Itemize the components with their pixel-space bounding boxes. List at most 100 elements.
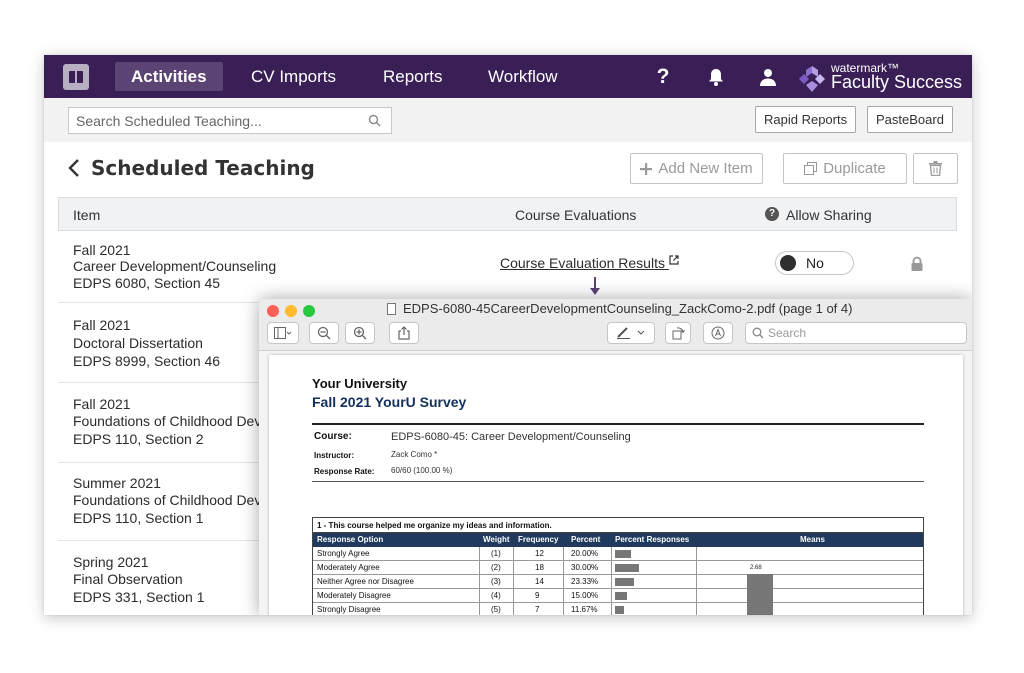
user-icon[interactable] bbox=[756, 65, 780, 89]
cell-separator bbox=[479, 589, 480, 602]
meta-response-rate-value: 60/60 (100.00 %) bbox=[391, 466, 453, 475]
cell-separator bbox=[696, 575, 697, 588]
col-means: Means bbox=[800, 535, 825, 544]
watermark-logo-icon bbox=[799, 66, 825, 92]
col-frequency: Frequency bbox=[518, 535, 559, 544]
arrow-down-icon bbox=[590, 277, 600, 295]
app-window: Activities CV Imports Reports Workflow ?… bbox=[44, 55, 972, 615]
sidebar-toggle-button[interactable] bbox=[267, 322, 299, 344]
chevron-left-icon[interactable] bbox=[67, 158, 81, 178]
table-row: Strongly Agree (1) 12 20.00% bbox=[313, 547, 923, 561]
bell-icon[interactable] bbox=[704, 65, 728, 89]
cell-separator bbox=[611, 561, 612, 574]
markup-icon bbox=[617, 327, 645, 339]
annotate-icon bbox=[711, 326, 725, 340]
rotate-icon bbox=[672, 327, 685, 340]
cell-frequency: 7 bbox=[535, 605, 540, 614]
help-icon[interactable]: ? bbox=[651, 65, 675, 89]
zoom-window-icon[interactable] bbox=[303, 305, 315, 317]
meta-course-value: EDPS-6080-45: Career Development/Counsel… bbox=[391, 431, 631, 443]
tab-cv-imports[interactable]: CV Imports bbox=[235, 62, 352, 91]
tab-workflow[interactable]: Workflow bbox=[472, 62, 574, 91]
row-title: Career Development/Counseling bbox=[73, 258, 277, 274]
cell-percent: 15.00% bbox=[571, 591, 599, 600]
mean-label: 2.68 bbox=[750, 565, 762, 571]
cell-separator bbox=[696, 589, 697, 602]
percent-response-bar bbox=[615, 578, 634, 586]
cell-separator bbox=[563, 575, 564, 588]
cell-weight: (1) bbox=[491, 549, 501, 558]
document-icon bbox=[387, 303, 396, 315]
cell-percent: 11.67% bbox=[571, 605, 598, 614]
question-text: 1 - This course helped me organize my id… bbox=[313, 518, 923, 533]
table-header: Item Course Evaluations ? Allow Sharing bbox=[58, 197, 957, 231]
row-term: Fall 2021 bbox=[73, 317, 131, 333]
cell-response-option: Strongly Disagree bbox=[317, 605, 381, 614]
cell-separator bbox=[611, 589, 612, 602]
rotate-button[interactable] bbox=[665, 322, 691, 344]
divider bbox=[312, 481, 924, 482]
pasteboard-button[interactable]: PasteBoard bbox=[867, 106, 953, 133]
search-placeholder: Search Scheduled Teaching... bbox=[76, 113, 262, 129]
cell-separator bbox=[563, 589, 564, 602]
search-input[interactable]: Search Scheduled Teaching... bbox=[68, 107, 392, 134]
lock-icon bbox=[911, 256, 923, 271]
share-icon bbox=[398, 326, 410, 340]
search-icon bbox=[368, 114, 381, 127]
markup-button[interactable] bbox=[607, 322, 655, 344]
copy-icon bbox=[804, 162, 818, 175]
top-nav: Activities CV Imports Reports Workflow ?… bbox=[44, 55, 972, 98]
row-title: Foundations of Childhood Dev bbox=[73, 413, 262, 429]
zoom-out-button[interactable] bbox=[309, 322, 339, 344]
duplicate-button[interactable]: Duplicate bbox=[783, 153, 907, 184]
cell-percent: 20.00% bbox=[571, 549, 599, 558]
pdf-university: Your University bbox=[312, 376, 408, 391]
meta-response-rate-label: Response Rate: bbox=[314, 467, 375, 476]
row-title: Foundations of Childhood Dev bbox=[73, 492, 262, 508]
cell-separator bbox=[611, 547, 612, 560]
row-term: Fall 2021 bbox=[73, 242, 131, 258]
pdf-search-input[interactable]: Search bbox=[745, 322, 967, 344]
pdf-search-placeholder: Search bbox=[768, 326, 807, 340]
row-section: EDPS 110, Section 2 bbox=[73, 431, 204, 447]
row-section: EDPS 8999, Section 46 bbox=[73, 353, 221, 369]
pdf-viewer-window[interactable]: EDPS-6080-45CareerDevelopmentCounseling_… bbox=[259, 299, 972, 615]
row-section: EDPS 110, Section 1 bbox=[73, 510, 204, 526]
cell-separator bbox=[563, 603, 564, 615]
minimize-icon[interactable] bbox=[285, 305, 297, 317]
cell-frequency: 9 bbox=[535, 591, 540, 600]
share-button[interactable] bbox=[389, 322, 419, 344]
add-new-item-button[interactable]: Add New Item bbox=[630, 153, 763, 184]
cell-separator bbox=[696, 561, 697, 574]
duplicate-label: Duplicate bbox=[823, 160, 886, 177]
col-percent-responses: Percent Responses bbox=[615, 535, 690, 544]
tab-reports[interactable]: Reports bbox=[367, 62, 459, 91]
row-term: Summer 2021 bbox=[73, 475, 161, 491]
tab-activities[interactable]: Activities bbox=[115, 62, 223, 91]
rapid-reports-button[interactable]: Rapid Reports bbox=[755, 106, 857, 133]
col-allow-sharing: Allow Sharing bbox=[786, 207, 872, 223]
close-icon[interactable] bbox=[267, 305, 279, 317]
help-icon[interactable]: ? bbox=[765, 207, 779, 221]
cell-separator bbox=[479, 575, 480, 588]
delete-button[interactable] bbox=[913, 153, 958, 184]
annotate-button[interactable] bbox=[703, 322, 733, 344]
plus-icon bbox=[640, 162, 653, 175]
cell-separator bbox=[696, 547, 697, 560]
toolbar: Search Scheduled Teaching... Rapid Repor… bbox=[44, 98, 972, 142]
cell-frequency: 12 bbox=[535, 549, 544, 558]
external-link-icon bbox=[669, 255, 679, 265]
allow-sharing-toggle[interactable]: No bbox=[775, 251, 854, 275]
course-evaluation-results-link[interactable]: Course Evaluation Results bbox=[500, 255, 679, 271]
col-course-evaluations: Course Evaluations bbox=[515, 207, 637, 223]
cell-weight: (5) bbox=[491, 605, 501, 614]
zoom-in-button[interactable] bbox=[345, 322, 375, 344]
pdf-window-title: EDPS-6080-45CareerDevelopmentCounseling_… bbox=[403, 301, 853, 316]
row-title: Final Observation bbox=[73, 571, 183, 587]
cell-separator bbox=[513, 547, 514, 560]
cell-weight: (2) bbox=[491, 563, 501, 572]
book-logo-icon[interactable] bbox=[63, 64, 89, 90]
cell-separator bbox=[479, 603, 480, 615]
cell-response-option: Moderately Disagree bbox=[317, 591, 391, 600]
cell-separator bbox=[479, 561, 480, 574]
